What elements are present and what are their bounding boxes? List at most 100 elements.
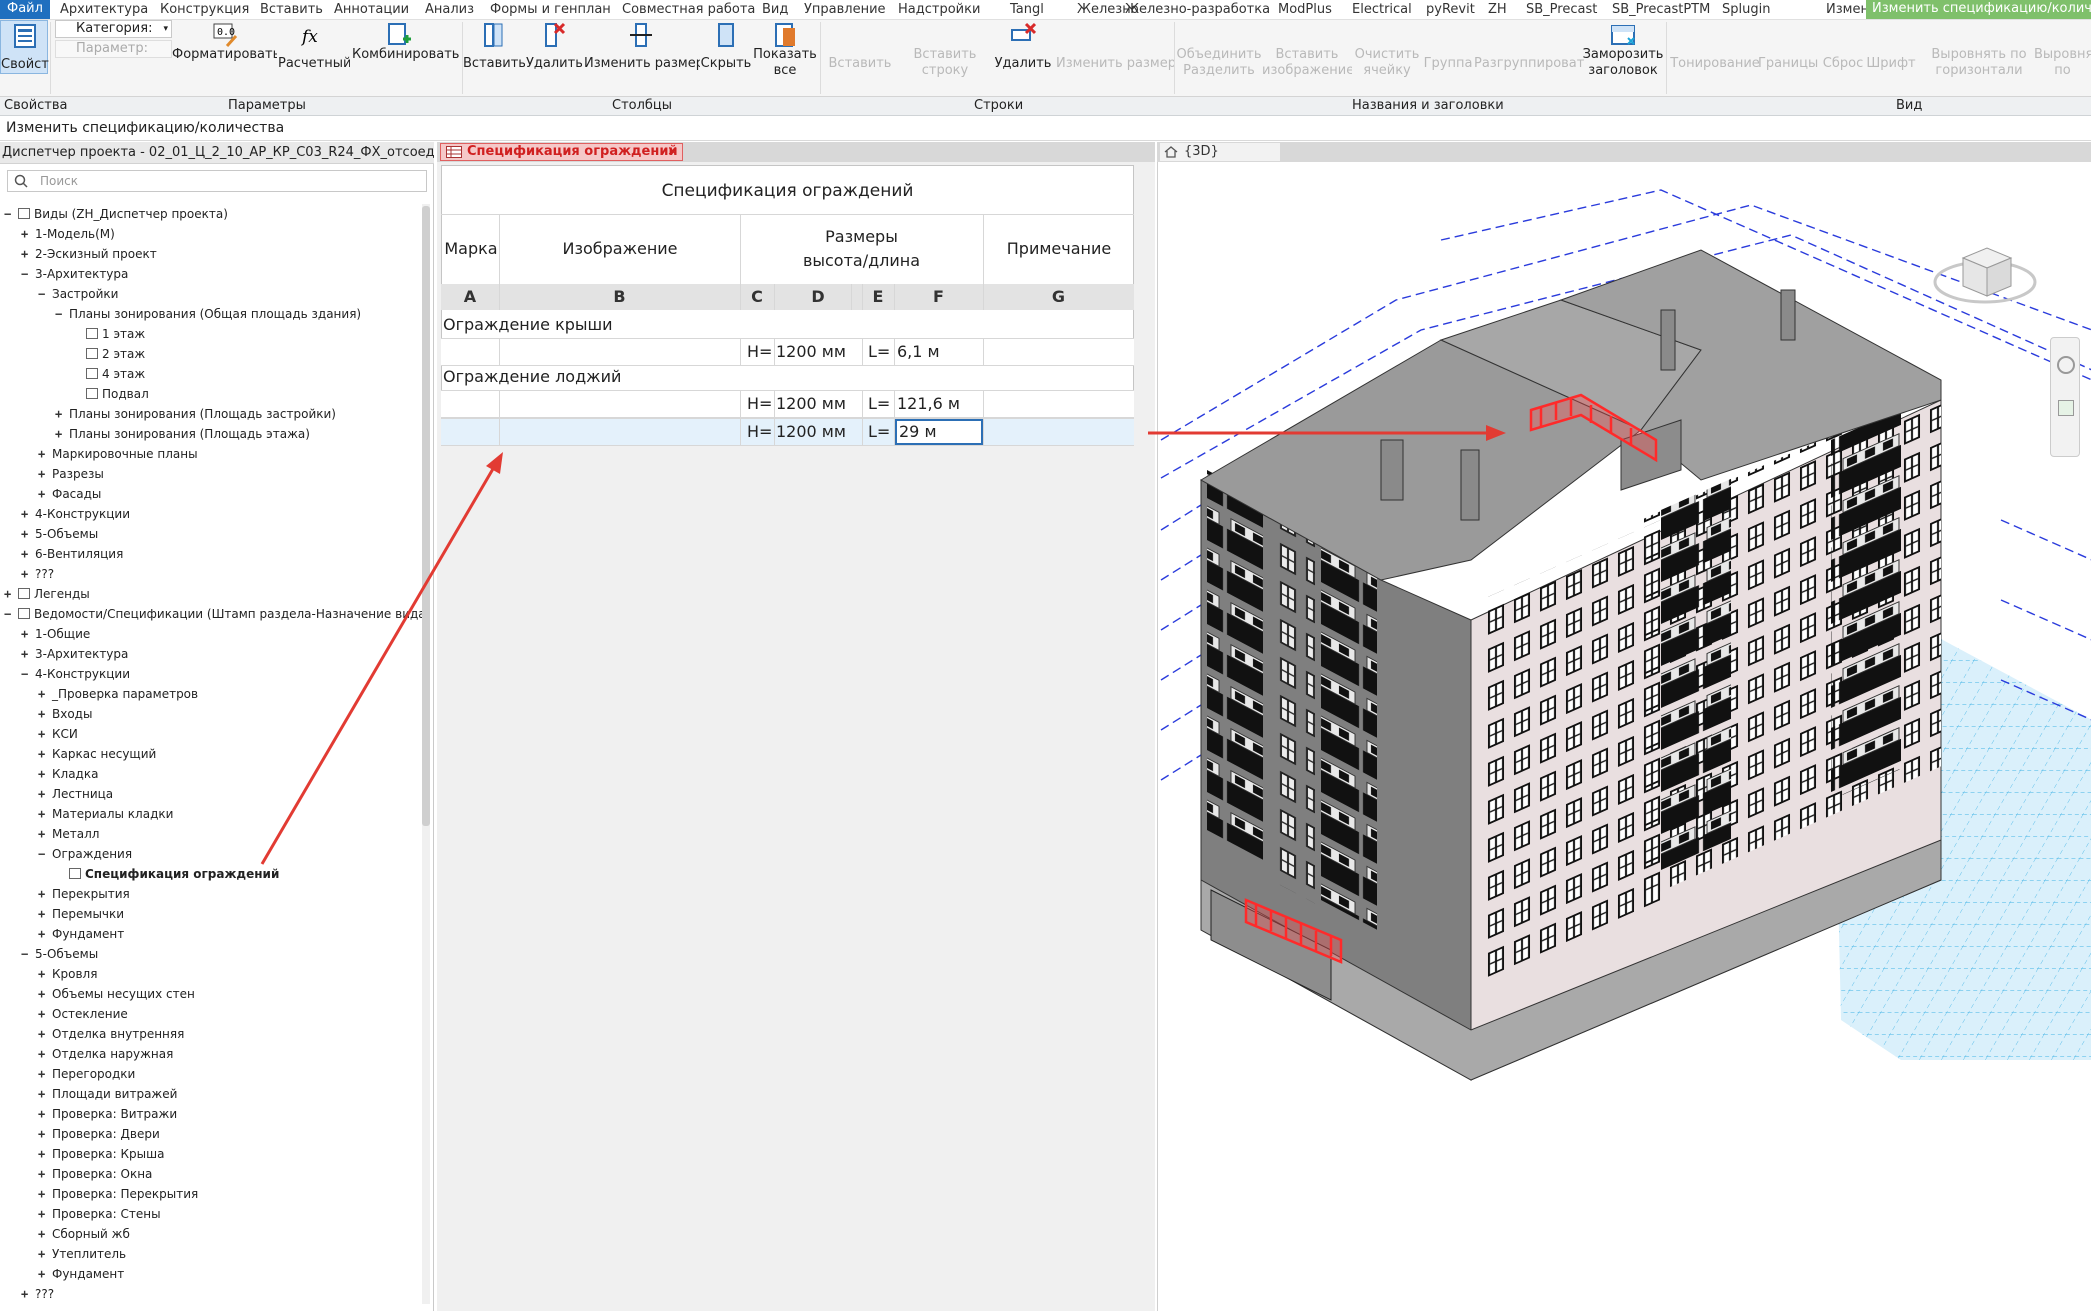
calculated-button[interactable]: Расчетный [278, 56, 350, 72]
expand-icon[interactable]: + [21, 224, 31, 244]
tree-item[interactable]: + _Проверка параметров [38, 684, 198, 704]
tree-item[interactable]: + Планы зонирования (Площадь этажа) [55, 424, 310, 444]
collapse-icon[interactable]: − [4, 204, 14, 224]
height-value[interactable]: 1200 мм [776, 391, 858, 417]
menu-item-20[interactable]: Splugin [1722, 1, 1770, 19]
browser-scrollbar[interactable] [422, 204, 430, 1304]
tree-item[interactable]: 1 этаж [72, 324, 145, 344]
expand-icon[interactable]: + [38, 1184, 48, 1204]
close-icon[interactable]: × [667, 144, 678, 160]
view-cube[interactable] [1925, 220, 2045, 320]
tree-item[interactable]: +??? [21, 1284, 54, 1304]
tree-item[interactable]: + Остекление [38, 1004, 128, 1024]
expand-icon[interactable]: + [38, 804, 48, 824]
expand-icon[interactable]: + [21, 244, 31, 264]
collapse-icon[interactable]: − [21, 264, 31, 284]
expand-icon[interactable]: + [38, 824, 48, 844]
menu-item-0[interactable]: Файл [0, 0, 50, 19]
browser-scroll-thumb[interactable] [422, 206, 430, 826]
tree-item[interactable]: +??? [21, 564, 54, 584]
delete-column-button[interactable]: Удалить [526, 56, 582, 72]
tree-item[interactable]: − Виды (ZH_Диспетчер проекта) [4, 204, 228, 224]
building-model[interactable] [1158, 162, 2091, 1311]
borders-button[interactable]: Границы [1758, 56, 1818, 72]
clear-cell-button[interactable]: Очистить ячейку [1352, 47, 1422, 81]
tree-item[interactable]: +5-Объемы [21, 524, 98, 544]
expand-icon[interactable]: + [38, 1004, 48, 1024]
browser-search-input[interactable]: Поиск [7, 170, 427, 192]
zoom-icon[interactable] [2058, 400, 2074, 416]
menu-item-3[interactable]: Вставить [260, 1, 323, 19]
navigation-bar[interactable] [2050, 337, 2080, 457]
expand-icon[interactable]: + [38, 1244, 48, 1264]
tree-item[interactable]: + Входы [38, 704, 92, 724]
expand-icon[interactable]: + [38, 464, 48, 484]
collapse-icon[interactable]: − [55, 304, 65, 324]
menu-item-10[interactable]: Надстройки [898, 1, 980, 19]
tree-item[interactable]: + Проверка: Стены [38, 1204, 161, 1224]
tree-item[interactable]: − Застройки [38, 284, 118, 304]
tree-item[interactable]: + Отделка наружная [38, 1044, 173, 1064]
expand-icon[interactable]: + [38, 1024, 48, 1044]
tree-item[interactable]: + Разрезы [38, 464, 104, 484]
menu-item-18[interactable]: SB_Precast [1526, 1, 1597, 19]
menu-item-8[interactable]: Вид [762, 1, 788, 19]
steering-wheel-icon[interactable] [2057, 356, 2075, 374]
expand-icon[interactable]: + [38, 904, 48, 924]
tree-item[interactable]: + Проверка: Двери [38, 1124, 160, 1144]
expand-icon[interactable]: + [38, 484, 48, 504]
parameter-dropdown[interactable]: Параметр: [55, 40, 172, 58]
tree-item[interactable]: + Проверка: Витражи [38, 1104, 177, 1124]
expand-icon[interactable]: + [38, 744, 48, 764]
menu-item-16[interactable]: pyRevit [1426, 1, 1475, 19]
tab-3d[interactable]: {3D} [1160, 143, 1280, 161]
menu-item-13[interactable]: Железно-разработка [1125, 1, 1270, 19]
column-letter[interactable]: G [983, 284, 1134, 310]
expand-icon[interactable]: + [38, 984, 48, 1004]
group-button[interactable]: Группа [1420, 56, 1476, 72]
tree-item[interactable]: + Легенды [4, 584, 90, 604]
height-value[interactable]: 1200 мм [776, 419, 858, 445]
menu-item-4[interactable]: Аннотации [334, 1, 409, 19]
insert-image-button[interactable]: Вставить изображение [1262, 47, 1352, 81]
tree-item[interactable]: + Лестница [38, 784, 113, 804]
rows-insert-button[interactable]: Вставить [820, 56, 900, 72]
expand-icon[interactable]: + [38, 1264, 48, 1284]
expand-icon[interactable]: + [38, 964, 48, 984]
tree-item[interactable]: +1-Модель(М) [21, 224, 115, 244]
collapse-icon[interactable]: − [21, 944, 31, 964]
expand-icon[interactable]: + [21, 524, 31, 544]
menu-item-11[interactable]: Tangl [1010, 1, 1044, 19]
length-value[interactable]: 6,1 м [895, 339, 983, 365]
tree-item[interactable]: + Проверка: Крыша [38, 1144, 164, 1164]
3d-view[interactable] [1157, 162, 2091, 1311]
insert-column-button[interactable]: Вставить [463, 56, 525, 72]
show-all-button[interactable]: Показать все [752, 47, 818, 81]
tree-item[interactable]: + Фундамент [38, 924, 124, 944]
collapse-icon[interactable]: − [21, 664, 31, 684]
align-horizontal-button[interactable]: Выровнять по горизонтали [1924, 47, 2034, 81]
expand-icon[interactable]: + [38, 764, 48, 784]
collapse-icon[interactable]: − [4, 604, 14, 624]
tree-item[interactable]: 2 этаж [72, 344, 145, 364]
tree-item[interactable]: + Материалы кладки [38, 804, 173, 824]
tree-item[interactable]: + Фундамент [38, 1264, 124, 1284]
tree-item[interactable]: + Перемычки [38, 904, 124, 924]
expand-icon[interactable]: + [21, 644, 31, 664]
expand-icon[interactable]: + [55, 404, 65, 424]
length-value[interactable]: 121,6 м [895, 391, 983, 417]
tree-item[interactable]: +6-Вентиляция [21, 544, 123, 564]
tab-schedule[interactable]: Спецификация ограждений × [440, 143, 683, 161]
menu-item-7[interactable]: Совместная работа [622, 1, 755, 19]
tree-item[interactable]: + Площади витражей [38, 1084, 177, 1104]
expand-icon[interactable]: + [21, 1284, 31, 1304]
column-letter[interactable]: E [862, 284, 894, 310]
expand-icon[interactable]: + [38, 724, 48, 744]
tree-item[interactable]: − Ведомости/Спецификации (Штамп раздела-Н… [4, 604, 430, 624]
format-units-button[interactable]: Форматировать единицу [172, 47, 277, 63]
expand-icon[interactable]: + [38, 1144, 48, 1164]
column-letter[interactable]: D [774, 284, 862, 310]
column-letter[interactable]: F [894, 284, 983, 310]
hide-column-button[interactable]: Скрыть [700, 56, 752, 72]
expand-icon[interactable]: + [38, 1064, 48, 1084]
